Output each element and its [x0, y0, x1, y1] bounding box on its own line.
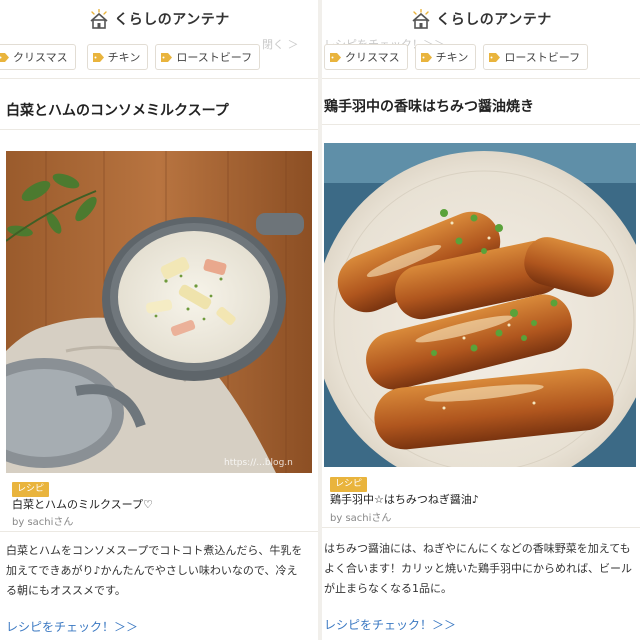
tag-chicken[interactable]: チキン — [86, 44, 149, 70]
soup-photo-image: https://...blog.n — [6, 151, 312, 473]
tag-roast-beef[interactable]: ローストビーフ — [155, 44, 261, 70]
check-recipe-link[interactable]: レシピをチェック！＞＞ — [6, 618, 138, 635]
right-panel: くらしのアンテナ レシピをチェック！＞＞ クリスマス チキン ローストビーフ 鶏… — [322, 0, 640, 640]
tag-label: チキン — [107, 51, 141, 64]
tag-christmas[interactable]: クリスマス — [324, 44, 408, 70]
recipe-badge: レシピ — [12, 482, 50, 497]
tag-label: ローストビーフ — [504, 51, 581, 64]
chicken-wings-photo[interactable] — [324, 143, 636, 467]
brand-name: くらしのアンテナ — [114, 12, 230, 28]
tag-icon — [92, 52, 104, 62]
recipe-name-link[interactable]: 鶏手羽中☆はちみつねぎ醤油♪ — [330, 491, 479, 507]
tag-icon — [489, 52, 501, 62]
house-logo-icon — [90, 9, 108, 29]
article-description: 白菜とハムをコンソメスープでコトコト煮込んだら、牛乳を加えてできあがり♪かんたん… — [6, 544, 303, 597]
tag-icon — [0, 52, 9, 62]
tag-roast-beef[interactable]: ローストビーフ — [483, 44, 589, 70]
recipe-name-link[interactable]: 白菜とハムのミルクスープ♡ — [12, 496, 153, 512]
divider — [0, 78, 318, 79]
tag-label: チキン — [435, 51, 469, 64]
divider — [322, 124, 640, 125]
tag-list: クリスマス チキン ローストビーフ — [322, 44, 640, 74]
recipe-author: by sachiさん — [330, 513, 392, 524]
photo-watermark: https://...blog.n — [224, 458, 293, 468]
site-logo[interactable]: くらしのアンテナ — [88, 9, 229, 29]
check-recipe-link[interactable]: レシピをチェック！＞＞ — [324, 616, 456, 633]
divider — [0, 531, 318, 532]
house-logo-icon — [412, 9, 430, 29]
tag-christmas[interactable]: クリスマス — [0, 44, 76, 70]
site-logo[interactable]: くらしのアンテナ — [410, 9, 551, 29]
divider — [322, 527, 640, 528]
brand-name: くらしのアンテナ — [436, 12, 552, 28]
tag-label: クリスマス — [13, 51, 68, 64]
tag-icon — [161, 52, 173, 62]
recipe-author: by sachiさん — [12, 517, 74, 528]
article-title: 鶏手羽中の香味はちみつ醤油焼き — [324, 99, 534, 115]
soup-photo[interactable]: https://...blog.n — [6, 151, 312, 473]
article-title: 白菜とハムのコンソメミルクスープ — [6, 103, 229, 119]
site-header: くらしのアンテナ — [0, 0, 318, 38]
left-panel: くらしのアンテナ 閉く ＞ クリスマス チキン ローストビーフ 白菜とハムのコン… — [0, 0, 318, 640]
tag-icon — [420, 52, 432, 62]
divider — [322, 78, 640, 79]
recipe-badge: レシピ — [330, 477, 368, 492]
tag-label: クリスマス — [345, 51, 400, 64]
chicken-wings-photo-image — [324, 143, 636, 467]
tag-chicken[interactable]: チキン — [414, 44, 477, 70]
tag-label: ローストビーフ — [176, 51, 253, 64]
site-header: くらしのアンテナ — [322, 0, 640, 38]
article-description: はちみつ醤油には、ねぎやにんにくなどの香味野菜を加えてもよく合います！カリッと焼… — [324, 542, 632, 595]
tag-icon — [330, 52, 341, 62]
tag-list: クリスマス チキン ローストビーフ — [0, 44, 318, 74]
divider — [0, 129, 318, 130]
